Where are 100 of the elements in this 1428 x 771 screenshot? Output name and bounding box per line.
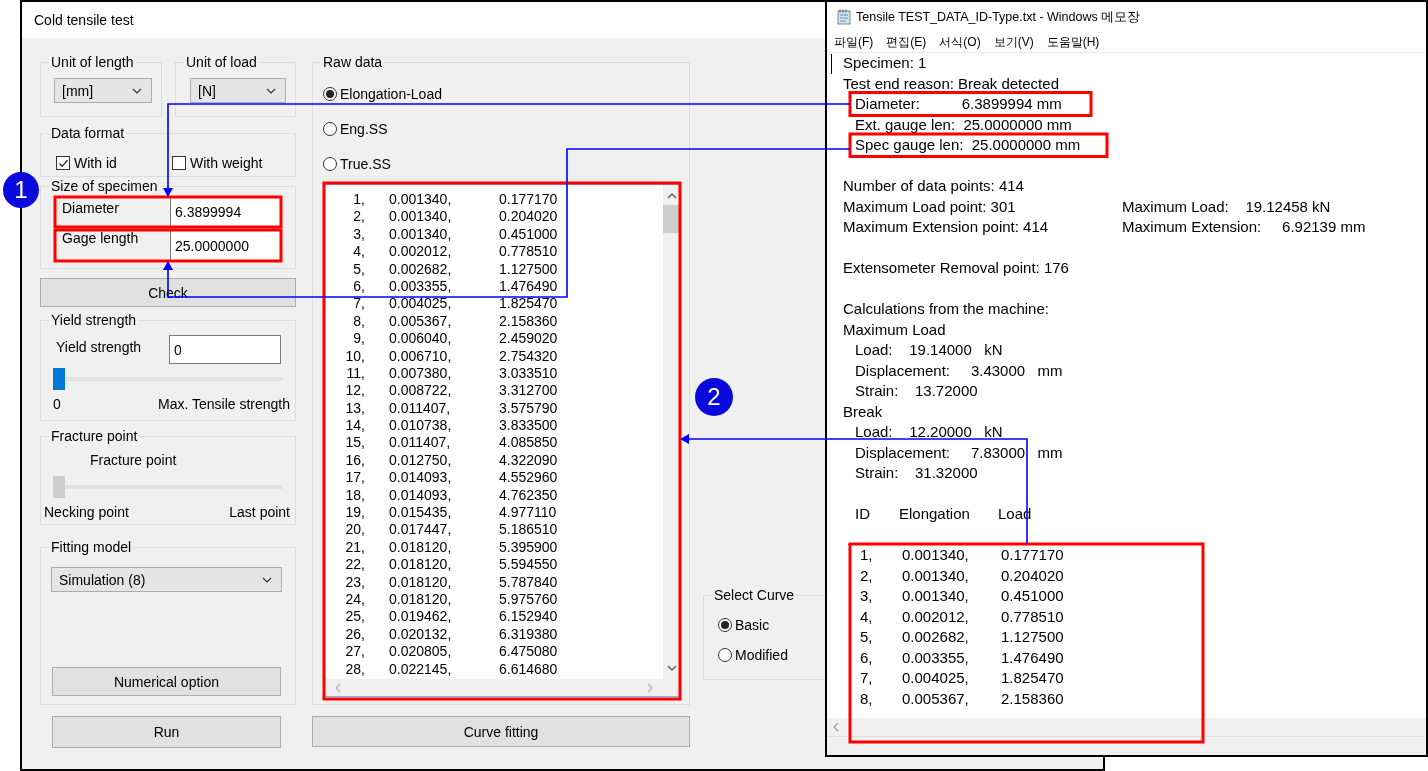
table-cell-text: 4,: [352, 243, 365, 261]
field-label: Diameter: [61, 199, 120, 218]
group-label: Raw data: [321, 54, 385, 70]
table-cell-text: 25,: [344, 608, 365, 626]
slider-thumb[interactable]: [53, 368, 65, 390]
scrollbar[interactable]: [827, 718, 1426, 736]
text-line: Diameter: 6.3899994 mm: [855, 97, 1062, 112]
table-cell-text: 0.003355,: [902, 647, 970, 668]
radio-label: Eng.SS: [340, 121, 388, 137]
radio-label: True.SS: [340, 156, 391, 172]
table-cell-text: 18,: [344, 486, 365, 505]
table-cell-text: 0.018120,: [389, 573, 453, 591]
table-cell-text: 13,: [344, 399, 365, 418]
chevron-up-icon[interactable]: [666, 193, 677, 199]
text-line: Break: [843, 404, 883, 419]
radio-button[interactable]: [718, 618, 732, 632]
table-cell-text: 2.754320: [499, 347, 559, 365]
radio-button[interactable]: [718, 648, 732, 662]
table-cell-text: 0.778510: [499, 243, 559, 261]
dropdown[interactable]: [mm]: [54, 78, 152, 103]
text-line: Displacement: 3.43000 mm: [855, 363, 1063, 378]
table-cell-text: 0.451000: [499, 225, 559, 244]
table-cell-text: 5.186510: [499, 521, 559, 539]
table-cell-text: 3.575790: [499, 399, 559, 418]
checkbox[interactable]: [56, 156, 70, 170]
group-label: Data format: [49, 125, 127, 141]
table-cell-text: 0.018120,: [389, 591, 453, 609]
table-cell-text: 0.001340,: [389, 191, 453, 209]
table-cell-text: 5,: [352, 260, 365, 278]
table-cell-text: 4.085850: [499, 434, 559, 452]
text-line: Strain: 13.72000: [855, 384, 978, 399]
table-cell-text: 0.015435,: [389, 504, 453, 522]
radio-button[interactable]: [323, 87, 337, 101]
table-cell-text: 6,: [352, 277, 365, 296]
window-title: Tensile TEST_DATA_ID-Type.txt - Windows 메모장: [856, 8, 1141, 26]
table-cell-text: 22,: [344, 556, 365, 574]
radio-label: Modified: [735, 647, 788, 663]
table-cell-text: 2.158360: [499, 312, 559, 331]
chevron-down-icon[interactable]: [666, 665, 677, 671]
table-cell-text: 0.177170: [1001, 545, 1065, 565]
chevron-left-icon[interactable]: [833, 722, 839, 732]
table-cell-text: 2,: [352, 208, 365, 226]
table-cell-text: 23,: [344, 573, 365, 591]
curve-fitting-button[interactable]: Curve fitting: [312, 716, 690, 747]
table-cell-text: 0.001340,: [389, 225, 453, 244]
table-cell-text: 24,: [344, 591, 365, 609]
menu-item[interactable]: 파일(F): [834, 33, 874, 51]
menu-item[interactable]: 보기(V): [993, 33, 1034, 51]
notepad-icon: [837, 9, 851, 25]
table-cell-text: 0.018120,: [389, 556, 453, 574]
checkbox-label: With weight: [190, 155, 263, 171]
table-cell-text: 0.177170: [499, 191, 559, 209]
text-line: Test end reason: Break detected: [843, 76, 1059, 91]
table-cell-text: 9,: [352, 330, 365, 348]
radio-label: Elongation-Load: [340, 86, 442, 102]
table-cell-text: 0.002012,: [389, 243, 453, 261]
dropdown[interactable]: [N]: [190, 78, 286, 103]
input-field[interactable]: 6.3899994: [170, 197, 281, 227]
table-cell-text: 1.127500: [499, 260, 559, 278]
window-title: Cold tensile test: [34, 12, 134, 28]
radio-button[interactable]: [323, 122, 337, 136]
table-cell-text: 16,: [344, 451, 365, 470]
text-caret: [831, 54, 832, 74]
table-cell-text: 3.833500: [499, 417, 559, 435]
table-cell-text: 0.006710,: [389, 347, 453, 365]
radio-button[interactable]: [323, 157, 337, 171]
table-cell-text: 6,: [860, 647, 874, 668]
group-label: Size of specimen: [49, 178, 160, 194]
run-button[interactable]: Run: [52, 716, 281, 748]
text-line: Displacement: 7.83000 mm: [855, 445, 1063, 460]
checkbox[interactable]: [172, 156, 186, 170]
table-cell-text: 2.158360: [1001, 688, 1065, 709]
group-label: Yield strength: [49, 312, 139, 328]
text-line: Load: 12.20000 kN: [855, 425, 1003, 440]
checkbox-label: With id: [74, 155, 117, 171]
table-cell-text: 4.552960: [499, 469, 559, 487]
column-header: ID: [855, 504, 871, 524]
text-line: Maximum Load: 19.12458 kN: [1122, 199, 1332, 214]
table-cell-text: 1,: [352, 191, 365, 209]
table-cell-text: 1.476490: [1001, 647, 1065, 668]
table-cell-text: 10,: [344, 347, 365, 365]
menu-item[interactable]: 도움말(H): [1046, 33, 1100, 51]
input-field[interactable]: 0: [169, 335, 281, 364]
field-label: Yield strength: [56, 338, 143, 357]
table-cell-text: 28,: [344, 660, 365, 678]
scale-label: 0: [53, 396, 61, 412]
numerical-option-button[interactable]: Numerical option: [52, 667, 281, 696]
group-label: Unit of length: [49, 54, 136, 70]
table-cell-text: 0.002012,: [902, 606, 970, 627]
table-cell-text: 0.007380,: [389, 364, 453, 383]
table-cell-text: 0.008722,: [389, 382, 453, 400]
table-cell-text: 7,: [352, 295, 365, 313]
table-cell-text: 0.204020: [499, 208, 559, 226]
menu-item[interactable]: 서식(O): [939, 33, 981, 51]
dropdown[interactable]: Simulation (8): [51, 567, 282, 592]
table-cell-text: 0.004025,: [389, 295, 453, 313]
table-cell-text: 1.825470: [499, 295, 559, 313]
table-cell-text: 0.451000: [1001, 586, 1065, 606]
menu-item[interactable]: 편집(E): [886, 33, 927, 51]
table-cell-text: 0.017447,: [389, 521, 453, 539]
